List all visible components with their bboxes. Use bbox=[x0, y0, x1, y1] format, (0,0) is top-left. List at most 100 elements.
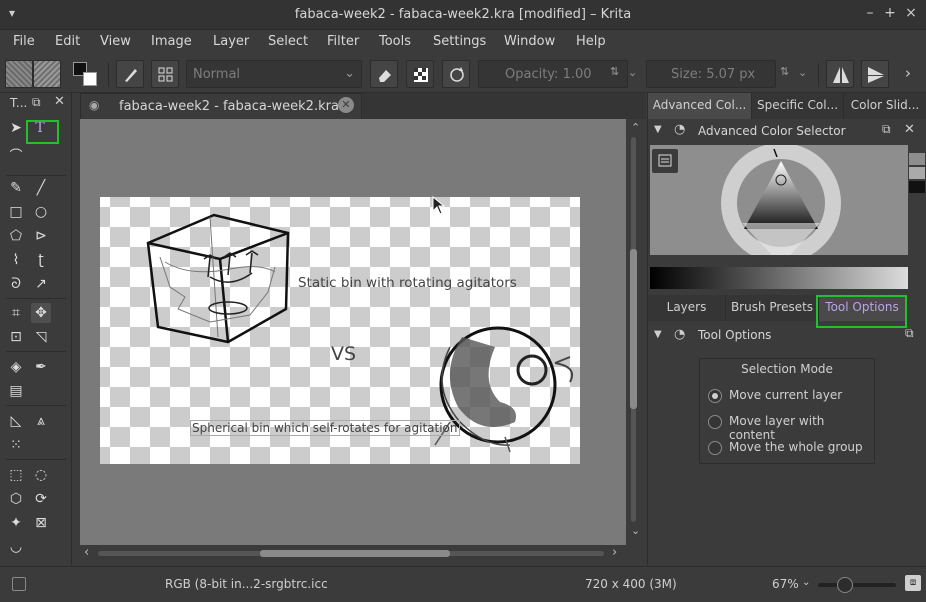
tab-specific-color[interactable]: Specific Col... bbox=[752, 93, 844, 119]
maximize-button[interactable]: + bbox=[882, 5, 898, 21]
size-slider[interactable]: Size: 5.07 px bbox=[646, 60, 776, 88]
vertical-scroll-thumb[interactable] bbox=[630, 249, 637, 409]
color-selector-widget[interactable] bbox=[650, 145, 908, 255]
tab-layers[interactable]: Layers bbox=[648, 295, 726, 321]
tab-advanced-color[interactable]: Advanced Col... bbox=[648, 93, 752, 119]
minimize-button[interactable]: – bbox=[862, 5, 878, 21]
opacity-spin-icon[interactable]: ⇅ bbox=[610, 65, 619, 78]
float-docker-icon[interactable]: ⧉ bbox=[882, 122, 891, 137]
reference-tool-icon[interactable]: ⩓ bbox=[31, 411, 51, 431]
option-move-current-layer[interactable]: Move current layer bbox=[729, 388, 842, 402]
shade-selector-bar[interactable] bbox=[650, 267, 908, 289]
radio-move-whole-group[interactable] bbox=[708, 441, 722, 455]
zoom-dropdown-icon[interactable]: ⌄ bbox=[802, 577, 810, 588]
canvas-only-toggle-icon[interactable]: ⧈ bbox=[905, 575, 921, 591]
toolbar-overflow-icon[interactable]: › bbox=[905, 64, 911, 82]
zoom-slider-thumb[interactable] bbox=[836, 577, 853, 593]
opacity-slider[interactable]: Opacity: 1.00 bbox=[478, 60, 628, 88]
size-spin-icon[interactable]: ⇅ bbox=[780, 65, 789, 78]
menu-help[interactable]: Help bbox=[576, 34, 606, 49]
magic-wand-icon[interactable]: ✦ bbox=[6, 513, 26, 533]
radio-move-current-layer[interactable] bbox=[708, 389, 722, 403]
brush-settings-icon[interactable] bbox=[151, 60, 179, 88]
ellipse-tool-icon[interactable]: ○ bbox=[31, 202, 51, 222]
magnetic-select-icon[interactable]: ◡ bbox=[6, 537, 26, 557]
zoom-slider[interactable] bbox=[818, 577, 896, 593]
menu-select[interactable]: Select bbox=[268, 34, 308, 49]
menu-image[interactable]: Image bbox=[151, 34, 192, 49]
menu-view[interactable]: View bbox=[100, 34, 131, 49]
dynamic-brush-icon[interactable]: ᘐ bbox=[6, 274, 26, 294]
color-history-strip[interactable] bbox=[908, 145, 926, 255]
fill-tool-icon[interactable]: ◈ bbox=[6, 357, 26, 377]
freehand-select-icon[interactable]: ⟳ bbox=[31, 489, 51, 509]
tab-brush-presets[interactable]: Brush Presets bbox=[726, 295, 819, 321]
pattern-preset-button[interactable] bbox=[33, 60, 61, 88]
menu-layer[interactable]: Layer bbox=[213, 34, 249, 49]
radio-move-layer-with-content[interactable] bbox=[708, 415, 722, 429]
image-canvas[interactable]: Static bin with rotating agitators VS Sp… bbox=[100, 197, 580, 464]
option-move-layer-with-content[interactable]: Move layer with content bbox=[729, 414, 874, 442]
crop-tool-icon[interactable]: ⌗ bbox=[6, 303, 26, 323]
scroll-down-icon[interactable]: ⌄ bbox=[631, 524, 640, 537]
float-docker-icon[interactable]: ⧉ bbox=[905, 326, 914, 341]
close-docker-icon[interactable]: ✕ bbox=[904, 122, 915, 137]
calligraphy-tool-icon[interactable]: ⌒ bbox=[6, 147, 26, 167]
measure-tool-icon[interactable]: ◺ bbox=[6, 411, 26, 431]
menu-filter[interactable]: Filter bbox=[327, 34, 359, 49]
preserve-alpha-icon[interactable] bbox=[406, 60, 434, 88]
mirror-vertical-icon[interactable] bbox=[861, 60, 889, 88]
gradient-preset-button[interactable] bbox=[5, 60, 33, 88]
polyline-tool-icon[interactable]: ⊳ bbox=[31, 226, 51, 246]
polygon-tool-icon[interactable]: ⬠ bbox=[6, 226, 26, 246]
assistant-tool-icon[interactable]: ◹ bbox=[31, 327, 51, 347]
close-tab-icon[interactable]: ✕ bbox=[338, 97, 354, 113]
scroll-right-icon[interactable]: › bbox=[612, 545, 617, 560]
rectangle-tool-icon[interactable]: □ bbox=[6, 202, 26, 222]
opacity-dropdown-icon[interactable]: ⌄ bbox=[628, 66, 637, 79]
rect-select-icon[interactable]: ⬚ bbox=[6, 465, 26, 485]
menu-tools[interactable]: Tools bbox=[379, 34, 411, 49]
size-dropdown-icon[interactable]: ⌄ bbox=[798, 66, 807, 79]
move-tool-icon[interactable]: ✥ bbox=[31, 303, 51, 323]
float-docker-icon[interactable]: ⧉ bbox=[32, 95, 41, 110]
freehand-brush-icon[interactable]: ✎ bbox=[6, 178, 26, 198]
transform-tool-icon[interactable]: ⊡ bbox=[6, 327, 26, 347]
canvas-text-spherical-bin[interactable]: Spherical bin which self-rotates for agi… bbox=[190, 420, 460, 436]
menu-window[interactable]: Window bbox=[504, 34, 555, 49]
smart-patch-icon[interactable]: ⁙ bbox=[6, 435, 26, 455]
menu-settings[interactable]: Settings bbox=[433, 34, 486, 49]
option-move-whole-group[interactable]: Move the whole group bbox=[729, 440, 863, 454]
blend-mode-select[interactable]: Normal ⌄ bbox=[186, 60, 362, 88]
polygon-select-icon[interactable]: ⬡ bbox=[6, 489, 26, 509]
scroll-up-icon[interactable]: ⌃ bbox=[631, 121, 640, 134]
collapse-arrow-icon[interactable]: ▼ bbox=[654, 329, 662, 340]
vertical-scrollbar[interactable]: ⌃ ⌄ bbox=[626, 119, 646, 545]
close-button[interactable]: × bbox=[903, 5, 919, 21]
mirror-horizontal-icon[interactable] bbox=[826, 60, 854, 88]
line-tool-icon[interactable]: ╱ bbox=[31, 178, 51, 198]
menu-file[interactable]: File bbox=[13, 34, 35, 49]
status-bar: RGB (8-bit in...2-srgbtrc.icc 720 x 400 … bbox=[0, 566, 926, 602]
fg-bg-color-selector[interactable] bbox=[73, 62, 99, 88]
tab-color-sliders[interactable]: Color Slid... bbox=[844, 93, 926, 119]
freehand-path-icon[interactable]: ʈ bbox=[31, 250, 51, 270]
multibrush-icon[interactable]: ↗ bbox=[31, 274, 51, 294]
similar-select-icon[interactable]: ⊠ bbox=[31, 513, 51, 533]
horizontal-scroll-thumb[interactable] bbox=[260, 550, 450, 557]
scroll-left-icon[interactable]: ‹ bbox=[84, 545, 89, 560]
zoom-level[interactable]: 67% bbox=[772, 577, 799, 591]
ellipse-select-icon[interactable]: ◌ bbox=[31, 465, 51, 485]
color-picker-icon[interactable]: ✒ bbox=[31, 357, 51, 377]
bezier-tool-icon[interactable]: ⌇ bbox=[6, 250, 26, 270]
document-tab[interactable]: ◉ fabaca-week2 - fabaca-week2.kra ✕ bbox=[80, 93, 362, 119]
close-docker-icon[interactable]: ✕ bbox=[54, 94, 65, 109]
collapse-arrow-icon[interactable]: ▼ bbox=[654, 124, 662, 135]
select-shapes-tool-icon[interactable]: ➤ bbox=[6, 118, 26, 138]
eraser-toggle-icon[interactable] bbox=[370, 60, 398, 88]
menu-edit[interactable]: Edit bbox=[55, 34, 80, 49]
gradient-tool-icon[interactable]: ▤ bbox=[6, 381, 26, 401]
brush-preset-icon[interactable] bbox=[116, 60, 144, 88]
reload-preset-icon[interactable] bbox=[442, 60, 470, 88]
horizontal-scrollbar[interactable]: ‹ › bbox=[80, 545, 626, 563]
